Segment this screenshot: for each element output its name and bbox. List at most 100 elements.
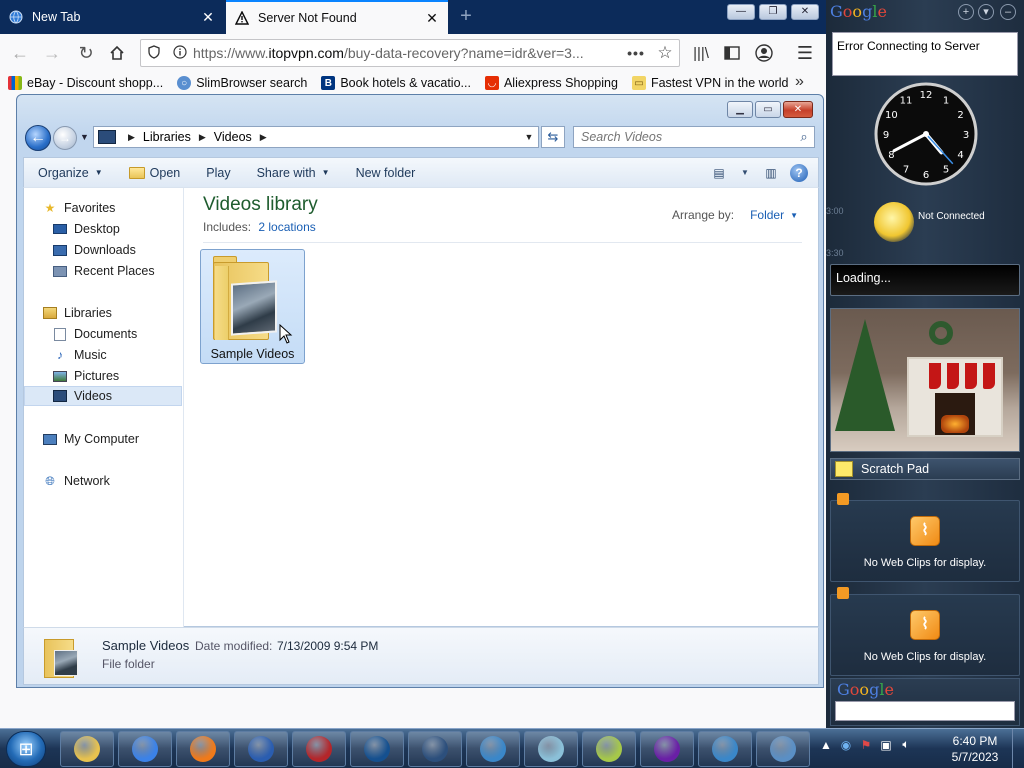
forward-button[interactable]: → bbox=[38, 40, 66, 66]
file-explorer-app[interactable] bbox=[60, 731, 114, 767]
url-bar[interactable]: https://www.itopvpn.com/buy-data-recover… bbox=[140, 39, 680, 67]
globe-app[interactable] bbox=[466, 731, 520, 767]
firefox-app[interactable] bbox=[176, 731, 230, 767]
app-a-app[interactable] bbox=[234, 731, 288, 767]
preview-pane-icon[interactable]: ▥ bbox=[758, 162, 784, 184]
photo-gadget[interactable] bbox=[830, 308, 1020, 452]
search-box[interactable]: ⌕ bbox=[573, 126, 815, 148]
network-icon[interactable]: ▣ bbox=[876, 738, 896, 752]
show-desktop-button[interactable] bbox=[1012, 729, 1024, 768]
page-actions-icon[interactable]: ••• bbox=[621, 45, 651, 61]
url-text[interactable]: https://www.itopvpn.com/buy-data-recover… bbox=[193, 45, 621, 61]
locations-link[interactable]: 2 locations bbox=[258, 220, 315, 234]
nav-downloads[interactable]: Downloads bbox=[52, 240, 136, 260]
home-button[interactable] bbox=[103, 40, 131, 66]
scratch-pad-gadget[interactable]: Scratch Pad bbox=[830, 458, 1020, 480]
redapp-app[interactable] bbox=[292, 731, 346, 767]
minimize-icon[interactable]: – bbox=[1000, 4, 1016, 20]
account-icon[interactable] bbox=[750, 40, 778, 66]
sun-icon bbox=[874, 202, 914, 242]
chevron-right-icon[interactable]: ▶ bbox=[199, 132, 206, 143]
nav-pictures[interactable]: Pictures bbox=[52, 366, 119, 386]
search-icon[interactable]: ⌕ bbox=[794, 129, 814, 145]
nav-favorites[interactable]: ★ Favorites bbox=[42, 198, 116, 218]
bookmark-ebay[interactable]: eBay - Discount shopp... bbox=[0, 76, 169, 90]
add-gadget-icon[interactable]: + bbox=[958, 4, 974, 20]
nav-documents[interactable]: Documents bbox=[52, 324, 137, 344]
news-panel[interactable]: Loading... bbox=[830, 264, 1020, 296]
chevron-down-icon[interactable]: ▼ bbox=[732, 162, 758, 184]
nav-music[interactable]: ♪ Music bbox=[52, 345, 107, 365]
flag-icon[interactable]: ⚑ bbox=[856, 738, 876, 752]
play-button[interactable]: Play bbox=[192, 166, 242, 180]
nav-network[interactable]: 🌐︎ Network bbox=[42, 471, 110, 491]
organize-button[interactable]: Organize ▼ bbox=[24, 166, 115, 180]
maximize-button[interactable]: ▭ bbox=[755, 101, 781, 118]
shield-icon[interactable] bbox=[141, 44, 167, 62]
close-window-button[interactable]: ✕ bbox=[791, 4, 819, 20]
change-view-icon[interactable]: ▤ bbox=[706, 162, 732, 184]
breadcrumb-videos[interactable]: Videos bbox=[214, 130, 252, 144]
chevron-down-icon[interactable]: ▼ bbox=[520, 132, 538, 142]
options-icon[interactable]: ▾ bbox=[978, 4, 994, 20]
chevron-up-icon[interactable]: ▲ bbox=[816, 738, 836, 752]
sticky-app[interactable] bbox=[582, 731, 636, 767]
chevron-right-icon[interactable]: ▶ bbox=[128, 132, 135, 143]
back-button[interactable]: ← bbox=[6, 40, 34, 66]
taskbar-clock[interactable]: 6:40 PM 5/7/2023 bbox=[942, 733, 1008, 765]
minimize-button[interactable]: — bbox=[727, 4, 755, 20]
bookmark-vpn[interactable]: ▭ Fastest VPN in the world bbox=[624, 76, 795, 90]
open-button[interactable]: Open bbox=[115, 166, 193, 180]
notes-app[interactable] bbox=[524, 731, 578, 767]
info-icon[interactable] bbox=[167, 44, 193, 62]
share-with-button[interactable]: Share with ▼ bbox=[243, 166, 342, 180]
chevron-right-icon[interactable]: » bbox=[795, 73, 804, 91]
ccleaner-app[interactable] bbox=[350, 731, 404, 767]
yahoo-app[interactable] bbox=[640, 731, 694, 767]
display-app[interactable] bbox=[756, 731, 810, 767]
volume-icon[interactable]: 🔈︎ bbox=[896, 737, 916, 752]
minimize-button[interactable]: ▁ bbox=[727, 101, 753, 118]
new-folder-button[interactable]: New folder bbox=[342, 166, 428, 180]
security-icon[interactable]: ◉ bbox=[836, 738, 856, 752]
breadcrumb-libraries[interactable]: Libraries bbox=[143, 130, 191, 144]
folder-item[interactable]: Sample Videos bbox=[200, 249, 305, 364]
search-input[interactable] bbox=[581, 130, 794, 144]
nav-recent-places[interactable]: Recent Places bbox=[52, 261, 155, 281]
restore-button[interactable]: ❐ bbox=[759, 4, 787, 20]
reload-button[interactable]: ↻ bbox=[72, 40, 100, 66]
refresh-button[interactable]: ⇆ bbox=[541, 126, 565, 148]
close-icon[interactable]: ✕ bbox=[424, 10, 440, 26]
forward-button[interactable]: → bbox=[53, 126, 77, 150]
library-icon[interactable]: |||\ bbox=[687, 40, 715, 66]
arrange-by-dropdown[interactable]: Folder bbox=[750, 208, 784, 222]
bookmark-aliexpress[interactable]: ◡ Aliexpress Shopping bbox=[477, 76, 624, 90]
close-window-button[interactable]: ✕ bbox=[783, 101, 813, 118]
back-button[interactable]: ← bbox=[25, 125, 51, 151]
bookmark-booking[interactable]: B Book hotels & vacatio... bbox=[313, 76, 477, 90]
star-icon[interactable]: ☆ bbox=[651, 43, 679, 63]
nav-videos[interactable]: Videos bbox=[24, 386, 182, 406]
start-button[interactable]: ⊞ bbox=[6, 731, 46, 767]
nav-my-computer[interactable]: My Computer bbox=[42, 429, 139, 449]
chrome-app[interactable] bbox=[118, 731, 172, 767]
chevron-right-icon[interactable]: ▶ bbox=[260, 132, 267, 143]
hamburger-menu-icon[interactable]: ☰ bbox=[791, 40, 819, 66]
bookmark-slimbrowser[interactable]: ○ SlimBrowser search bbox=[169, 76, 313, 90]
tab-new-tab[interactable]: New Tab ✕ bbox=[0, 0, 224, 34]
help-icon[interactable]: ? bbox=[790, 163, 808, 182]
web-clips-gadget[interactable]: ⌇ No Web Clips for display. bbox=[830, 493, 1020, 582]
tab-server-not-found[interactable]: Server Not Found ✕ bbox=[226, 0, 448, 34]
close-icon[interactable]: ✕ bbox=[200, 9, 216, 25]
chevron-down-icon[interactable]: ▼ bbox=[790, 211, 798, 220]
breadcrumb[interactable]: ▶ Libraries ▶ Videos ▶ ▼ bbox=[93, 126, 539, 148]
web-clips-gadget[interactable]: ⌇ No Web Clips for display. bbox=[830, 587, 1020, 676]
ie-globe-app[interactable] bbox=[698, 731, 752, 767]
history-dropdown-icon[interactable]: ▼ bbox=[80, 132, 89, 142]
sidebar-icon[interactable] bbox=[718, 40, 746, 66]
settings-app[interactable] bbox=[408, 731, 462, 767]
search-input[interactable] bbox=[835, 701, 1015, 721]
new-tab-button[interactable]: + bbox=[455, 5, 477, 27]
nav-libraries[interactable]: Libraries bbox=[42, 303, 112, 323]
nav-desktop[interactable]: Desktop bbox=[52, 219, 120, 239]
